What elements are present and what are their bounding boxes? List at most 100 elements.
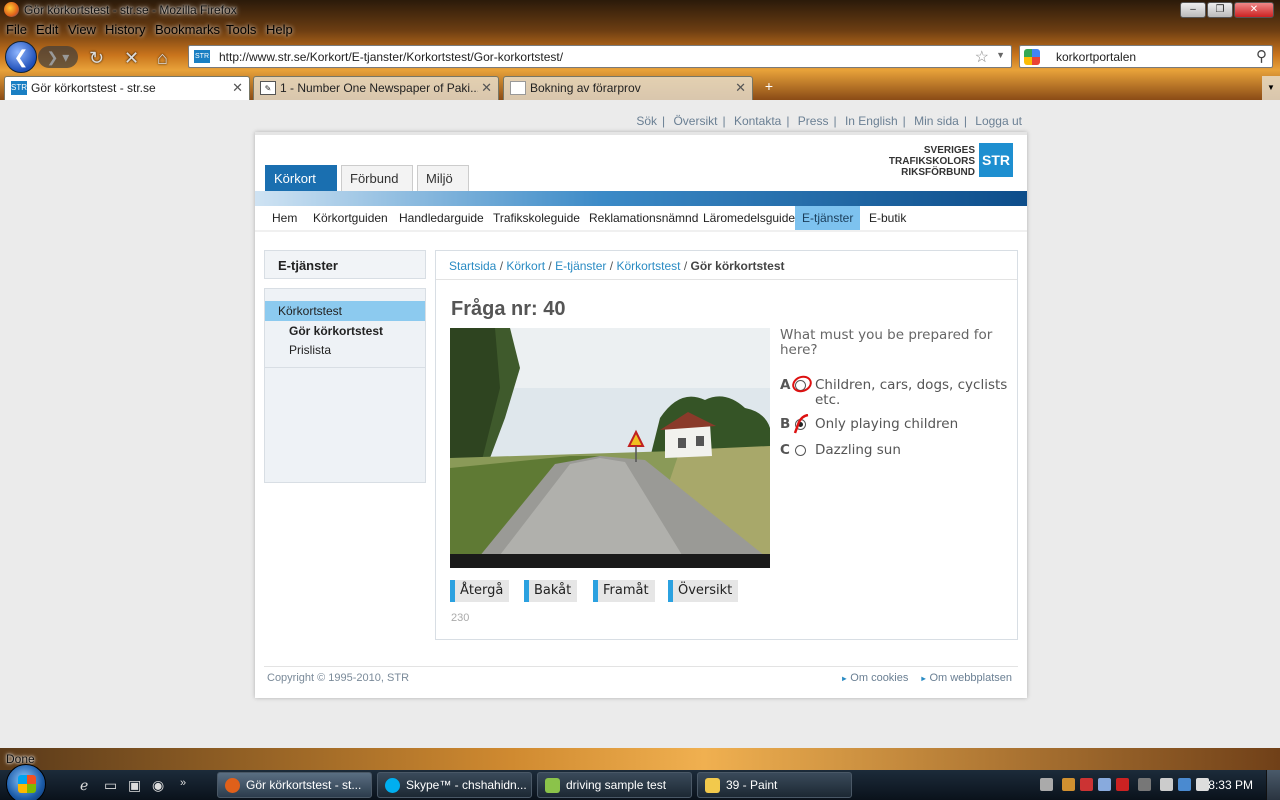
- search-icon[interactable]: ⚲: [1256, 47, 1267, 65]
- menu-view[interactable]: View: [68, 22, 96, 37]
- subnav-e-tjanster[interactable]: E-tjänster: [795, 206, 861, 230]
- sidebar-divider: [265, 367, 425, 368]
- menu-tools[interactable]: Tools: [226, 22, 256, 37]
- subnav-hem[interactable]: Hem: [265, 206, 304, 230]
- answer-c-radio[interactable]: [795, 445, 806, 456]
- menu-bookmarks[interactable]: Bookmarks: [155, 22, 220, 37]
- keyboard-icon[interactable]: [1040, 778, 1053, 791]
- show-desktop-button[interactable]: [1266, 770, 1280, 800]
- google-search-engine-icon[interactable]: [1024, 49, 1040, 65]
- sidebar-item-gor-korkortstest[interactable]: Gör körkortstest: [265, 321, 425, 341]
- subnav-trafikskoleguide[interactable]: Trafikskoleguide: [486, 206, 587, 230]
- start-button[interactable]: [6, 764, 46, 800]
- answer-c[interactable]: C Dazzling sun: [780, 443, 1010, 459]
- toplink-in-english[interactable]: In English: [845, 114, 898, 128]
- subnav-reklamationsnamnd[interactable]: Reklamationsnämnd: [582, 206, 705, 230]
- footer-link-cookies[interactable]: ▸ Om cookies: [842, 672, 908, 684]
- breadcrumb-startsida[interactable]: Startsida: [449, 259, 496, 273]
- tray-tool-icon[interactable]: [1116, 778, 1129, 791]
- maximize-button[interactable]: ❐: [1207, 2, 1233, 18]
- tray-app-icon[interactable]: [1062, 778, 1075, 791]
- taskbar-button-firefox[interactable]: Gör körkortstest - st...: [217, 772, 372, 798]
- breadcrumb-korkort[interactable]: Körkort: [506, 259, 545, 273]
- navigation-toolbar: ❮ ❯ ▾ ↻ ✕ ⌂ STR http://www.str.se/Korkor…: [0, 40, 1280, 74]
- breadcrumb-korkortstest[interactable]: Körkortstest: [616, 259, 680, 273]
- url-dropdown-icon[interactable]: ▼: [996, 50, 1005, 60]
- tab-miljo[interactable]: Miljö: [417, 165, 469, 191]
- minimize-button[interactable]: –: [1180, 2, 1206, 18]
- back-button[interactable]: ❮: [5, 41, 37, 73]
- tray-device-icon[interactable]: [1138, 778, 1151, 791]
- toplink-kontakta[interactable]: Kontakta: [734, 114, 781, 128]
- footer-link-webbplatsen[interactable]: ▸ Om webbplatsen: [921, 672, 1012, 684]
- taskbar-button-document[interactable]: driving sample test: [537, 772, 692, 798]
- browser-tab-str[interactable]: STR Gör körkortstest - str.se ✕: [4, 76, 250, 100]
- close-button[interactable]: ✕: [1234, 2, 1274, 18]
- antivirus-icon[interactable]: [1080, 778, 1093, 791]
- tab-close-icon[interactable]: ✕: [232, 80, 243, 96]
- toplink-logga-ut[interactable]: Logga ut: [975, 114, 1022, 128]
- new-tab-button[interactable]: +: [757, 78, 781, 98]
- internet-explorer-icon[interactable]: ℯ: [80, 777, 88, 794]
- search-input[interactable]: korkortportalen: [1056, 50, 1136, 64]
- network-icon[interactable]: [1160, 778, 1173, 791]
- toplink-oversikt[interactable]: Översikt: [673, 114, 717, 128]
- browser-tab-bokning[interactable]: Bokning av förarprov ✕: [503, 76, 753, 100]
- firefox-quicklaunch-icon[interactable]: ◉: [152, 777, 164, 794]
- toplink-min-sida[interactable]: Min sida: [914, 114, 959, 128]
- volume-icon[interactable]: [1196, 778, 1209, 791]
- subnav-handledarguide[interactable]: Handledarguide: [392, 206, 491, 230]
- firefox-icon: [225, 778, 240, 793]
- logo-mark: STR: [979, 143, 1013, 177]
- search-bar[interactable]: korkortportalen ⚲: [1019, 45, 1273, 68]
- menu-edit[interactable]: Edit: [36, 22, 58, 37]
- menu-history[interactable]: History: [105, 22, 145, 37]
- reload-icon[interactable]: ↻: [89, 48, 104, 69]
- subnav-e-butik[interactable]: E-butik: [862, 206, 913, 230]
- subnav-laromedelsguide[interactable]: Läromedelsguide: [696, 206, 802, 230]
- switch-windows-icon[interactable]: ▣: [128, 777, 141, 794]
- bullet-arrow-icon: ▸: [921, 674, 926, 683]
- skype-tray-icon[interactable]: [1098, 778, 1111, 791]
- bakat-button[interactable]: Bakåt: [524, 580, 578, 602]
- red-circle-annotation-icon: [789, 373, 815, 395]
- answer-text[interactable]: Children, cars, dogs, cyclists etc.: [815, 378, 1010, 408]
- browser-chrome: Gör körkortstest - str.se - Mozilla Fire…: [0, 0, 1280, 100]
- sidebar-item-korkortstest[interactable]: Körkortstest: [265, 301, 425, 321]
- answer-b[interactable]: B Only playing children: [780, 414, 1010, 434]
- str-logo[interactable]: SVERIGES TRAFIKSKOLORS RIKSFÖRBUND STR: [863, 143, 1013, 178]
- oversikt-button[interactable]: Översikt: [668, 580, 739, 602]
- tab-korkort[interactable]: Körkort: [265, 165, 337, 191]
- tab-close-icon[interactable]: ✕: [735, 80, 746, 96]
- header-band: [255, 191, 1027, 206]
- toplink-sok[interactable]: Sök: [636, 114, 657, 128]
- tab-close-icon[interactable]: ✕: [481, 80, 492, 96]
- tray-monitor-icon[interactable]: [1178, 778, 1191, 791]
- forward-button[interactable]: ❯ ▾: [38, 46, 78, 68]
- taskbar-button-skype[interactable]: Skype™ - chshahidn...: [377, 772, 532, 798]
- menu-help[interactable]: Help: [266, 22, 293, 37]
- framat-button[interactable]: Framåt: [593, 580, 655, 602]
- toplink-press[interactable]: Press: [798, 114, 829, 128]
- tab-forbund[interactable]: Förbund: [341, 165, 413, 191]
- atergaa-button[interactable]: Återgå: [450, 580, 510, 602]
- taskbar-button-paint[interactable]: 39 - Paint: [697, 772, 852, 798]
- quicklaunch-more-icon[interactable]: »: [180, 777, 186, 789]
- clock[interactable]: 8:33 PM: [1208, 778, 1253, 792]
- menu-file[interactable]: File: [6, 22, 27, 37]
- answer-a[interactable]: A Children, cars, dogs, cyclists etc.: [780, 373, 1010, 410]
- list-all-tabs-button[interactable]: ▼: [1262, 76, 1280, 100]
- browser-tab-newspaper[interactable]: ✎ 1 - Number One Newspaper of Paki... ✕: [253, 76, 499, 100]
- show-desktop-icon[interactable]: ▭: [104, 777, 117, 794]
- menu-bar: File Edit View History Bookmarks Tools H…: [0, 20, 1280, 40]
- url-text[interactable]: http://www.str.se/Korkort/E-tjanster/Kor…: [219, 50, 563, 64]
- stop-icon[interactable]: ✕: [124, 48, 139, 69]
- subnav-korkortguiden[interactable]: Körkortguiden: [306, 206, 395, 230]
- bookmark-star-icon[interactable]: ☆: [975, 47, 989, 67]
- home-icon[interactable]: ⌂: [157, 48, 168, 69]
- breadcrumb-e-tjanster[interactable]: E-tjänster: [555, 259, 606, 273]
- sidebar-item-prislista[interactable]: Prislista: [265, 340, 425, 360]
- answer-text[interactable]: Dazzling sun: [815, 443, 1010, 458]
- url-bar[interactable]: STR http://www.str.se/Korkort/E-tjanster…: [188, 45, 1012, 68]
- answer-text[interactable]: Only playing children: [815, 417, 1010, 432]
